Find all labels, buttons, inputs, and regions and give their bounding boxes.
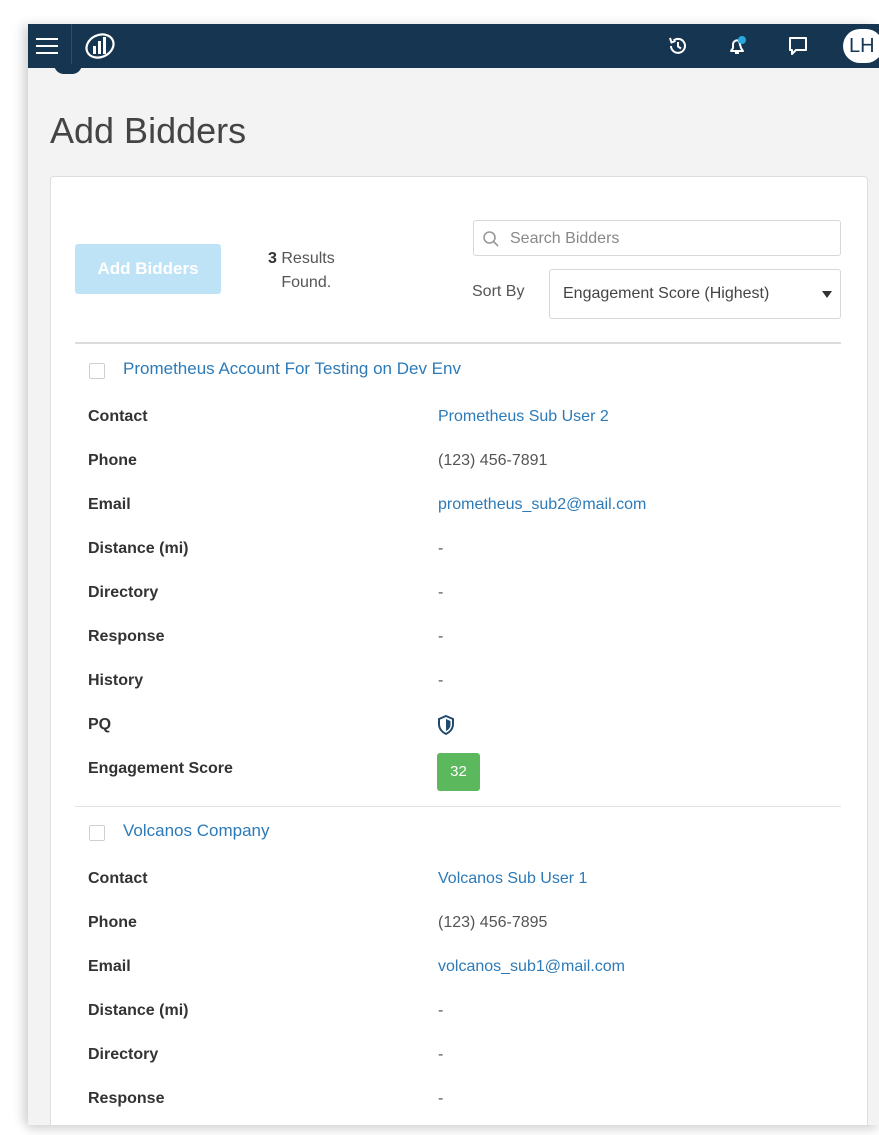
bidder-field-email: Email volcanos_sub1@mail.com (75, 954, 841, 984)
list-divider (75, 342, 841, 344)
field-label: Response (88, 1090, 165, 1107)
bidder-field-response: Response - (75, 1086, 841, 1116)
add-bidders-button[interactable]: Add Bidders (75, 244, 221, 294)
field-label: Phone (88, 914, 137, 931)
bidder-field-distance: Distance (mi) - (75, 998, 841, 1028)
field-label: Directory (88, 1046, 159, 1063)
bidder-field-phone: Phone (123) 456-7891 (75, 448, 841, 478)
phone-value: (123) 456-7895 (438, 914, 548, 931)
bidder-name-link[interactable]: Prometheus Account For Testing on Dev En… (123, 359, 461, 379)
contact-link[interactable]: Prometheus Sub User 2 (438, 408, 609, 426)
bidder-divider (75, 806, 841, 807)
top-nav-bar: LH (28, 24, 879, 74)
bidder-checkbox[interactable] (89, 363, 105, 379)
bidder-field-history: History - (75, 668, 841, 698)
field-label: Contact (88, 870, 148, 887)
history-icon[interactable] (665, 33, 691, 59)
logo-tab (54, 64, 82, 74)
bidder-header: Prometheus Account For Testing on Dev En… (75, 355, 841, 385)
bidder-checkbox[interactable] (89, 825, 105, 841)
bidder-field-contact: Contact Prometheus Sub User 2 (75, 404, 841, 434)
distance-value: - (438, 540, 444, 557)
bidder-field-response: Response - (75, 624, 841, 654)
bidder-field-phone: Phone (123) 456-7895 (75, 910, 841, 940)
caret-down-icon (822, 291, 832, 298)
distance-value: - (438, 1002, 444, 1019)
history-value: - (438, 672, 444, 689)
bar-chart-logo-icon[interactable] (83, 29, 117, 63)
field-label: History (88, 672, 144, 689)
bidder-field-pq: PQ (75, 712, 841, 742)
response-value: - (438, 1090, 444, 1107)
directory-value: - (438, 1046, 444, 1063)
results-text: Results Found. (281, 250, 335, 291)
field-label: Distance (mi) (88, 1002, 189, 1019)
bidder-field-contact: Contact Volcanos Sub User 1 (75, 866, 841, 896)
field-label: Email (88, 496, 131, 513)
sort-value: Engagement Score (Highest) (563, 285, 770, 302)
directory-value: - (438, 584, 444, 601)
results-count: 3 Results Found. (268, 247, 371, 295)
field-label: Directory (88, 584, 159, 601)
search-box[interactable] (473, 220, 841, 256)
field-label: Contact (88, 408, 148, 425)
bidder-field-directory: Directory - (75, 580, 841, 610)
search-input[interactable] (508, 225, 832, 253)
field-label: Distance (mi) (88, 540, 189, 557)
bidder-field-directory: Directory - (75, 1042, 841, 1072)
chat-bubble-icon[interactable] (785, 33, 811, 59)
field-label: Engagement Score (88, 760, 233, 777)
app-window: LH Add Bidders Add Bidders 3 Results Fou… (28, 24, 879, 1125)
bidder-header: Volcanos Company (75, 817, 841, 847)
search-icon (482, 230, 500, 248)
user-avatar[interactable]: LH (843, 29, 879, 63)
field-label: Email (88, 958, 131, 975)
results-number: 3 (268, 250, 277, 267)
page-title: Add Bidders (50, 110, 247, 151)
email-link[interactable]: prometheus_sub2@mail.com (438, 496, 646, 514)
bidders-card: Add Bidders 3 Results Found. Sort By Eng… (50, 176, 868, 1125)
nav-divider (71, 24, 72, 68)
contact-link[interactable]: Volcanos Sub User 1 (438, 870, 587, 888)
bidder-name-link[interactable]: Volcanos Company (123, 821, 269, 841)
response-value: - (438, 628, 444, 645)
email-link[interactable]: volcanos_sub1@mail.com (438, 958, 625, 976)
field-label: Response (88, 628, 165, 645)
notification-dot (738, 36, 746, 44)
field-label: PQ (88, 716, 112, 733)
bell-icon[interactable] (724, 33, 750, 59)
field-label: Phone (88, 452, 137, 469)
sort-label: Sort By (472, 283, 525, 300)
sort-dropdown[interactable]: Engagement Score (Highest) (549, 269, 841, 319)
bidder-field-distance: Distance (mi) - (75, 536, 841, 566)
phone-value: (123) 456-7891 (438, 452, 548, 469)
bidder-field-engagement-score: Engagement Score 32 (75, 753, 841, 791)
hamburger-icon[interactable] (34, 33, 60, 59)
engagement-score-badge: 32 (437, 753, 480, 791)
bidder-field-email: Email prometheus_sub2@mail.com (75, 492, 841, 522)
shield-icon (437, 714, 455, 736)
